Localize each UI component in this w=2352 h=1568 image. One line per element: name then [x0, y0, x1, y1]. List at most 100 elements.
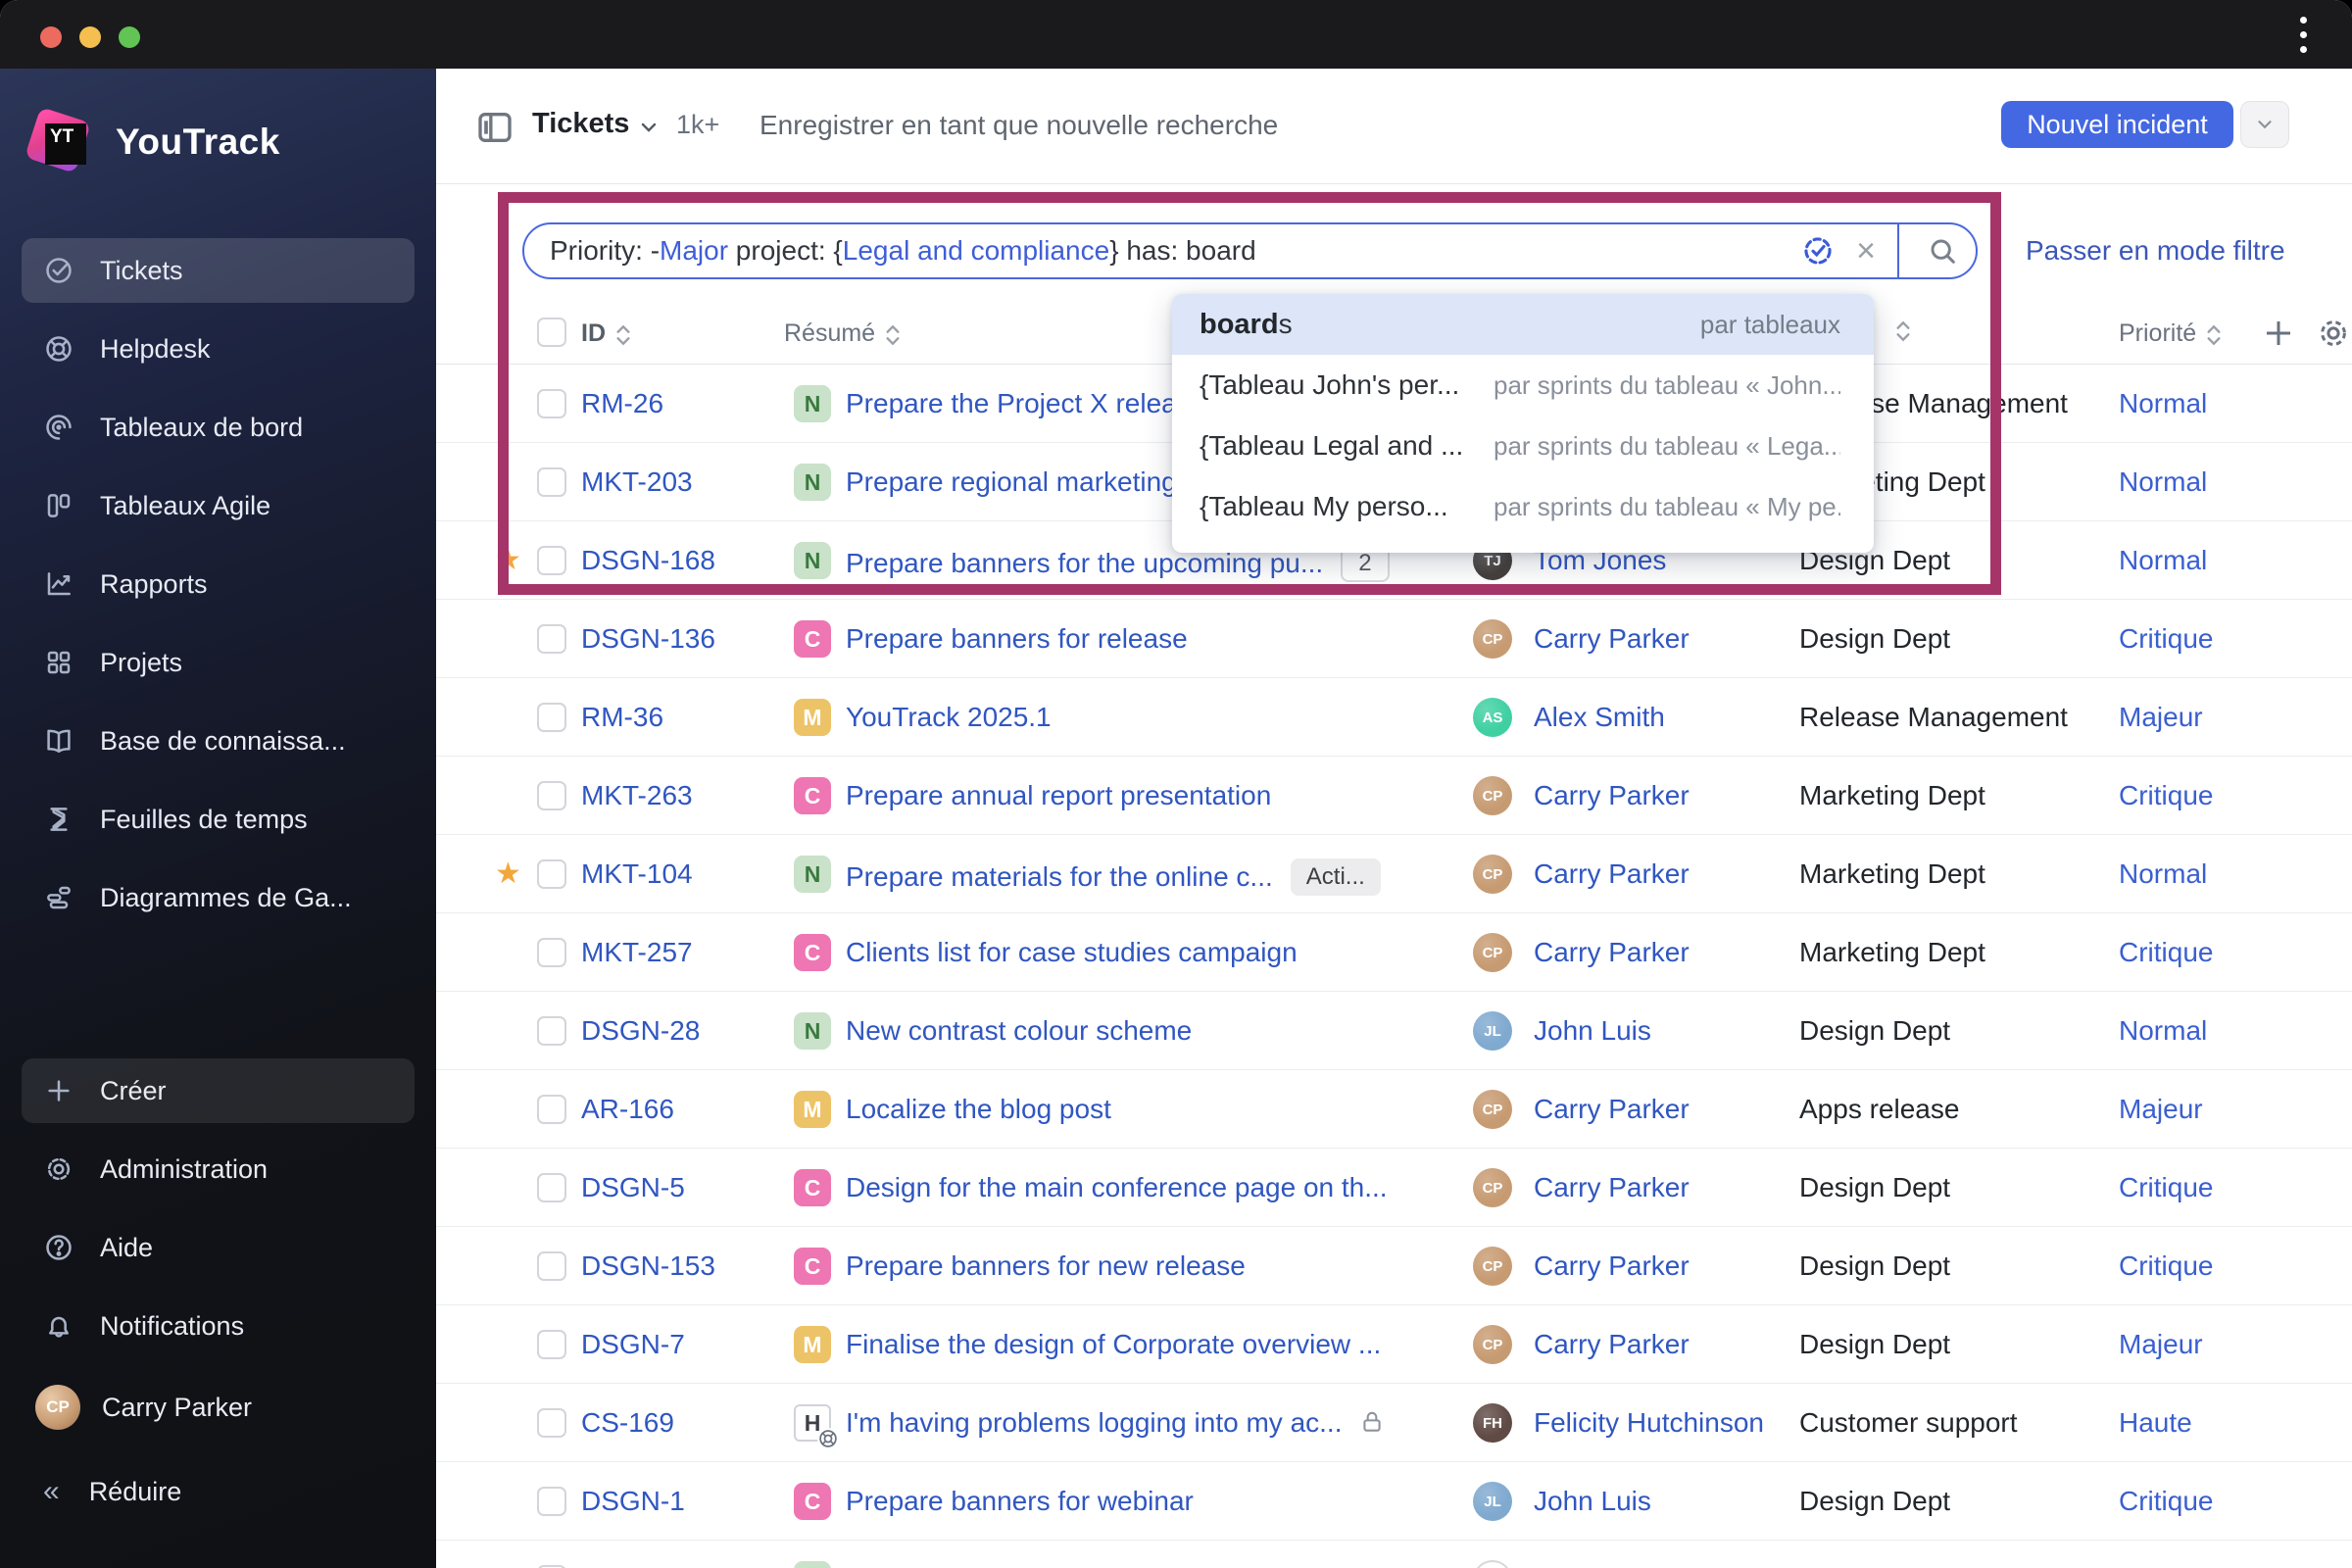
create-button[interactable]: Créer — [22, 1058, 415, 1123]
assignee-link[interactable]: CP Carry Parker — [1473, 1090, 1690, 1129]
assignee-link[interactable]: CP Carry Parker — [1473, 1168, 1690, 1207]
table-settings-gear-icon[interactable] — [2316, 316, 2351, 351]
ticket-summary-link[interactable]: Prepare the Project X release — [846, 388, 1205, 419]
table-row-DSGN-7[interactable]: DSGN-7 M Finalise the design of Corporate… — [436, 1305, 2352, 1384]
ticket-id-link[interactable]: DSGN-1 — [581, 1486, 685, 1517]
row-checkbox[interactable] — [537, 1408, 566, 1438]
row-checkbox[interactable] — [537, 1095, 566, 1124]
sidebar-item-helpdesk[interactable]: Helpdesk — [22, 317, 415, 381]
add-column-icon[interactable] — [2261, 316, 2296, 351]
priority-link[interactable]: Critique — [2119, 1172, 2213, 1203]
assignee-link[interactable]: CP Carry Parker — [1473, 855, 1690, 894]
ticket-summary-link[interactable]: Design for the main conference page on t… — [846, 1172, 1388, 1203]
ticket-id-link[interactable]: MKT-257 — [581, 937, 693, 968]
assignee-link[interactable]: CP Carry Parker — [1473, 1325, 1690, 1364]
ticket-summary-link[interactable]: Clients list for case studies campaign — [846, 937, 1298, 968]
sidebar-item-feuilles-de-temps[interactable]: Feuilles de temps — [22, 787, 415, 852]
priority-link[interactable]: Critique — [2119, 1486, 2213, 1517]
ticket-summary-link[interactable]: Localize the blog post — [846, 1094, 1111, 1125]
sidebar-user[interactable]: CP Carry Parker — [22, 1372, 415, 1443]
row-checkbox[interactable] — [537, 1016, 566, 1046]
priority-link[interactable]: Normal — [2119, 1015, 2207, 1047]
sidebar-item-tableaux-agile[interactable]: Tableaux Agile — [22, 473, 415, 538]
ticket-id-link[interactable]: DSGN-168 — [581, 545, 715, 576]
row-checkbox[interactable] — [537, 546, 566, 575]
ticket-id-link[interactable]: MKT-263 — [581, 780, 693, 811]
assignee-link[interactable]: CP Carry Parker — [1473, 933, 1690, 972]
row-checkbox[interactable] — [537, 781, 566, 810]
clear-search-icon[interactable]: × — [1856, 234, 1876, 268]
search-icon[interactable] — [1927, 235, 1958, 267]
row-checkbox[interactable] — [537, 1173, 566, 1202]
column-header-summary[interactable]: Résumé — [784, 319, 901, 348]
table-row-MKT-1[interactable]: MKT-1 N Prepare "Back to..." Marketing De… — [436, 1541, 2352, 1568]
ticket-id-link[interactable]: MKT-1 — [581, 1564, 662, 1568]
sidebar-item-projets[interactable]: Projets — [22, 630, 415, 695]
sidebar-item-administration[interactable]: Administration — [22, 1137, 415, 1201]
priority-link[interactable]: Critique — [2119, 623, 2213, 655]
ticket-summary-link[interactable]: YouTrack 2025.1 — [846, 702, 1052, 733]
priority-link[interactable]: Normal — [2119, 545, 2207, 576]
sidebar-toggle-icon[interactable] — [475, 108, 514, 143]
suggestion-item-1[interactable]: {Tableau John's per... par sprints du ta… — [1172, 355, 1874, 416]
ticket-summary-link[interactable]: Prepare annual report presentation — [846, 780, 1271, 811]
row-checkbox[interactable] — [537, 1330, 566, 1359]
priority-link[interactable]: Normal — [2119, 388, 2207, 419]
table-row-DSGN-5[interactable]: DSGN-5 C Design for the main conference p… — [436, 1149, 2352, 1227]
ticket-summary-link[interactable]: Finalise the design of Corporate overvie… — [846, 1329, 1381, 1360]
context-selector[interactable]: Tickets — [532, 108, 629, 140]
ticket-summary-link[interactable]: Prepare banners for new release — [846, 1250, 1246, 1282]
ticket-summary-link[interactable]: New contrast colour scheme — [846, 1015, 1192, 1047]
assignee-link[interactable] — [1473, 1560, 1534, 1568]
sidebar-item-diagrammes-de-ga[interactable]: Diagrammes de Ga... — [22, 865, 415, 930]
column-header-priority[interactable]: Priorité — [2119, 319, 2222, 348]
close-window-button[interactable] — [40, 26, 62, 48]
assignee-link[interactable]: JL John Luis — [1473, 1011, 1651, 1051]
row-checkbox[interactable] — [537, 938, 566, 967]
sidebar-item-base-de-connaissa[interactable]: Base de connaissa... — [22, 709, 415, 773]
table-row-MKT-263[interactable]: MKT-263 C Prepare annual report presentat… — [436, 757, 2352, 835]
column-header-id[interactable]: ID — [581, 319, 631, 348]
assignee-link[interactable]: CP Carry Parker — [1473, 776, 1690, 815]
priority-link[interactable]: Majeur — [2119, 702, 2203, 733]
ticket-summary-link[interactable]: Prepare "Back to..." — [846, 1564, 1085, 1568]
ticket-summary-link[interactable]: Prepare banners for release — [846, 623, 1188, 655]
table-row-CS-169[interactable]: CS-169 H I'm having problems logging into… — [436, 1384, 2352, 1462]
new-incident-dropdown-button[interactable] — [2240, 101, 2289, 148]
row-checkbox[interactable] — [537, 859, 566, 889]
priority-link[interactable]: Majeur — [2119, 1329, 2203, 1360]
table-row-RM-36[interactable]: RM-36 M YouTrack 2025.1 AS Alex Smith Rel… — [436, 678, 2352, 757]
smart-search-check-icon[interactable] — [1801, 234, 1835, 268]
assignee-link[interactable]: JL John Luis — [1473, 1482, 1651, 1521]
table-row-DSGN-153[interactable]: DSGN-153 C Prepare banners for new releas… — [436, 1227, 2352, 1305]
row-checkbox[interactable] — [537, 1251, 566, 1281]
sidebar-item-notifications[interactable]: Notifications — [22, 1294, 415, 1358]
ticket-id-link[interactable]: RM-36 — [581, 702, 663, 733]
suggestion-item-0[interactable]: boards par tableaux — [1172, 294, 1874, 355]
ticket-id-link[interactable]: DSGN-28 — [581, 1015, 700, 1047]
suggestion-item-3[interactable]: {Tableau My perso... par sprints du tabl… — [1172, 476, 1874, 537]
ticket-summary-link[interactable]: Prepare banners for webinar — [846, 1486, 1194, 1517]
collapse-sidebar-button[interactable]: « Réduire — [22, 1462, 415, 1521]
ticket-summary-link[interactable]: Prepare materials for the online c... — [846, 861, 1273, 893]
row-checkbox[interactable] — [537, 703, 566, 732]
table-row-AR-166[interactable]: AR-166 M Localize the blog post CP Carry … — [436, 1070, 2352, 1149]
sidebar-item-tickets[interactable]: Tickets — [22, 238, 415, 303]
priority-link[interactable]: Normal — [2119, 1564, 2207, 1568]
priority-link[interactable]: Critique — [2119, 937, 2213, 968]
ticket-id-link[interactable]: MKT-203 — [581, 466, 693, 498]
star-icon[interactable]: ★ — [495, 543, 521, 577]
priority-link[interactable]: Normal — [2119, 858, 2207, 890]
row-checkbox[interactable] — [537, 467, 566, 497]
kebab-menu-icon[interactable] — [2300, 17, 2307, 53]
sidebar-item-aide[interactable]: Aide — [22, 1215, 415, 1280]
row-checkbox[interactable] — [537, 389, 566, 418]
minimize-window-button[interactable] — [79, 26, 101, 48]
ticket-id-link[interactable]: RM-26 — [581, 388, 663, 419]
row-checkbox[interactable] — [537, 624, 566, 654]
sidebar-item-tableaux-de-bord[interactable]: Tableaux de bord — [22, 395, 415, 460]
table-row-DSGN-1[interactable]: DSGN-1 C Prepare banners for webinar JL J… — [436, 1462, 2352, 1541]
ticket-id-link[interactable]: DSGN-136 — [581, 623, 715, 655]
ticket-id-link[interactable]: CS-169 — [581, 1407, 674, 1439]
priority-link[interactable]: Majeur — [2119, 1094, 2203, 1125]
